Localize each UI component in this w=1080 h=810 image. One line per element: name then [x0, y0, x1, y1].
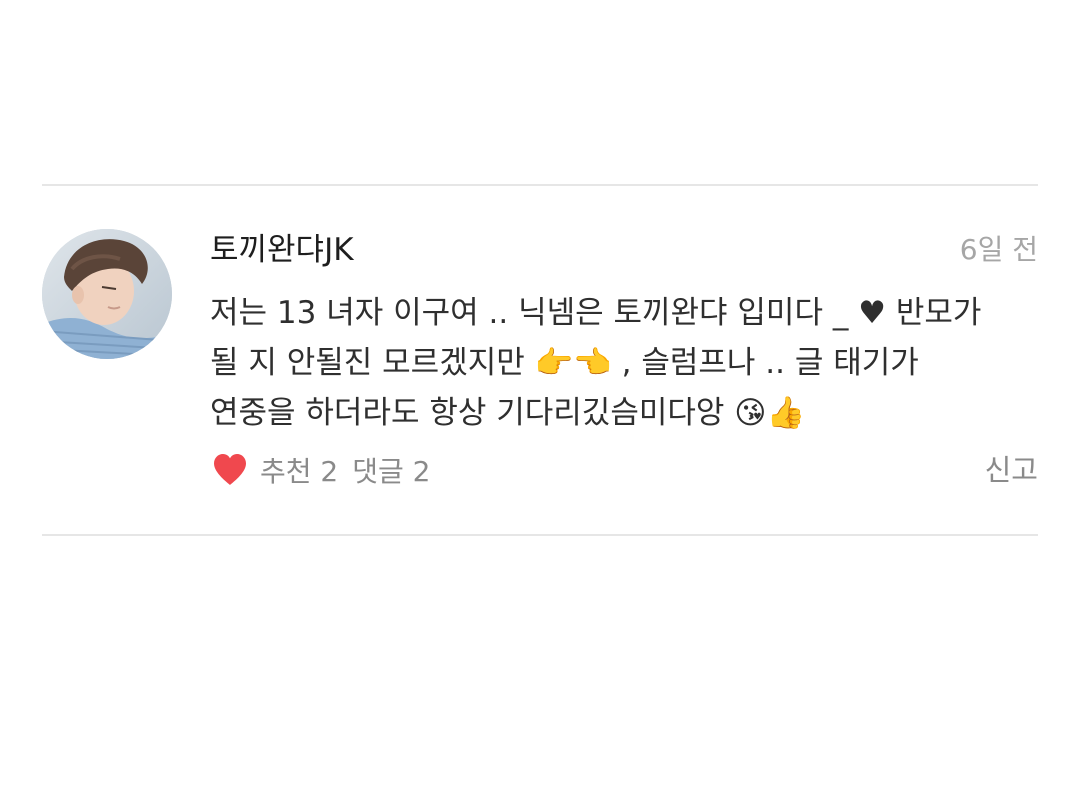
comment-line-2: 될 지 안될진 모르겠지만 👉👈 , 슬럼프나 .. 글 태기가: [210, 345, 919, 381]
bottom-divider: [42, 534, 1038, 536]
comment-line-1: 저는 13 녀자 이구여 .. 닉넴은 토끼완댜 입미다 _ ♥ 반모가: [210, 295, 982, 331]
timestamp: 6일 전: [959, 233, 1038, 266]
avatar-photo: [42, 229, 172, 359]
report-button[interactable]: 신고: [985, 448, 1038, 492]
comment-line-3: 연중을 하더라도 항상 기다리깄슴미다앙 😘👍: [210, 395, 806, 431]
reply-count[interactable]: 댓글 2: [352, 450, 430, 490]
like-count[interactable]: 추천 2: [260, 450, 338, 490]
comment-actions: 추천 2 댓글 2: [210, 448, 431, 492]
heart-icon[interactable]: [210, 450, 250, 490]
comment-item: 토끼완댜JK 6일 전 저는 13 녀자 이구여 .. 닉넴은 토끼완댜 입미다…: [42, 186, 1038, 534]
avatar[interactable]: [42, 229, 172, 359]
author-name[interactable]: 토끼완댜JK: [210, 230, 354, 270]
comment-body: 저는 13 녀자 이구여 .. 닉넴은 토끼완댜 입미다 _ ♥ 반모가 될 지…: [210, 288, 1038, 438]
